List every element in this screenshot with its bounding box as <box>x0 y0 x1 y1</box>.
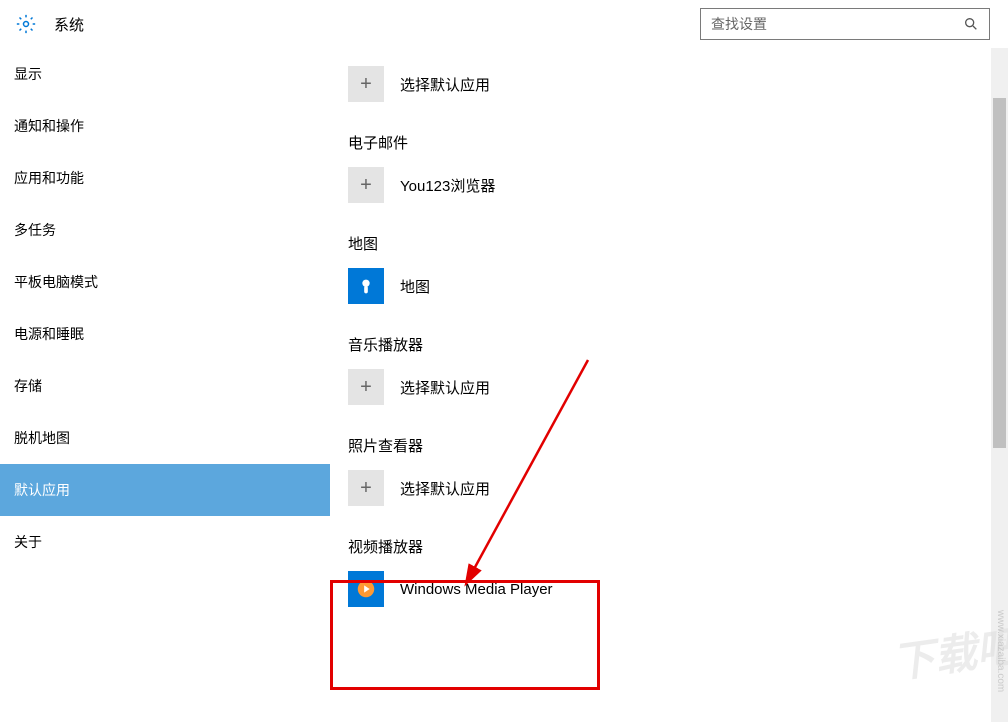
sidebar-item-1[interactable]: 通知和操作 <box>0 100 330 152</box>
app-row-photos[interactable]: + 选择默认应用 <box>348 470 998 506</box>
plus-icon: + <box>348 369 384 405</box>
app-label: 选择默认应用 <box>400 377 490 398</box>
section-title-photos: 照片查看器 <box>348 435 998 456</box>
plus-icon: + <box>348 66 384 102</box>
section-photos: 照片查看器 + 选择默认应用 <box>348 435 998 506</box>
search-icon <box>963 16 979 32</box>
wmp-icon <box>348 571 384 607</box>
section-email: 电子邮件 + You123浏览器 <box>348 132 998 203</box>
section-title-email: 电子邮件 <box>348 132 998 153</box>
app-label: Windows Media Player <box>400 581 553 598</box>
section-top: + 选择默认应用 <box>348 66 998 102</box>
app-row-maps[interactable]: 地图 <box>348 268 998 304</box>
gear-icon[interactable] <box>16 14 36 34</box>
sidebar: 显示通知和操作应用和功能多任务平板电脑模式电源和睡眠存储脱机地图默认应用关于 <box>0 48 330 722</box>
sidebar-item-8[interactable]: 默认应用 <box>0 464 330 516</box>
sidebar-item-5[interactable]: 电源和睡眠 <box>0 308 330 360</box>
search-input[interactable] <box>711 16 963 32</box>
layout: 显示通知和操作应用和功能多任务平板电脑模式电源和睡眠存储脱机地图默认应用关于 +… <box>0 48 1008 722</box>
maps-icon <box>348 268 384 304</box>
section-title-music: 音乐播放器 <box>348 334 998 355</box>
header: 系统 <box>0 0 1008 48</box>
page-title: 系统 <box>54 14 84 35</box>
sidebar-item-9[interactable]: 关于 <box>0 516 330 568</box>
header-left: 系统 <box>10 14 84 35</box>
scrollbar-thumb[interactable] <box>993 98 1006 448</box>
app-label: 选择默认应用 <box>400 74 490 95</box>
content: + 选择默认应用 电子邮件 + You123浏览器 地图 地图 <box>330 48 1008 722</box>
app-label: 选择默认应用 <box>400 478 490 499</box>
sidebar-item-6[interactable]: 存储 <box>0 360 330 412</box>
app-label: 地图 <box>400 276 430 297</box>
app-row-music[interactable]: + 选择默认应用 <box>348 369 998 405</box>
sidebar-item-7[interactable]: 脱机地图 <box>0 412 330 464</box>
app-label: You123浏览器 <box>400 175 495 196</box>
app-row-email[interactable]: + You123浏览器 <box>348 167 998 203</box>
sidebar-item-2[interactable]: 应用和功能 <box>0 152 330 204</box>
sidebar-item-4[interactable]: 平板电脑模式 <box>0 256 330 308</box>
app-row-default-top[interactable]: + 选择默认应用 <box>348 66 998 102</box>
section-title-maps: 地图 <box>348 233 998 254</box>
section-maps: 地图 地图 <box>348 233 998 304</box>
search-box[interactable] <box>700 8 990 40</box>
app-row-video[interactable]: Windows Media Player <box>348 571 998 607</box>
scrollbar-track[interactable] <box>991 48 1008 722</box>
plus-icon: + <box>348 167 384 203</box>
section-video: 视频播放器 Windows Media Player <box>348 536 998 607</box>
sidebar-item-0[interactable]: 显示 <box>0 48 330 100</box>
section-music: 音乐播放器 + 选择默认应用 <box>348 334 998 405</box>
section-title-video: 视频播放器 <box>348 536 998 557</box>
plus-icon: + <box>348 470 384 506</box>
sidebar-item-3[interactable]: 多任务 <box>0 204 330 256</box>
